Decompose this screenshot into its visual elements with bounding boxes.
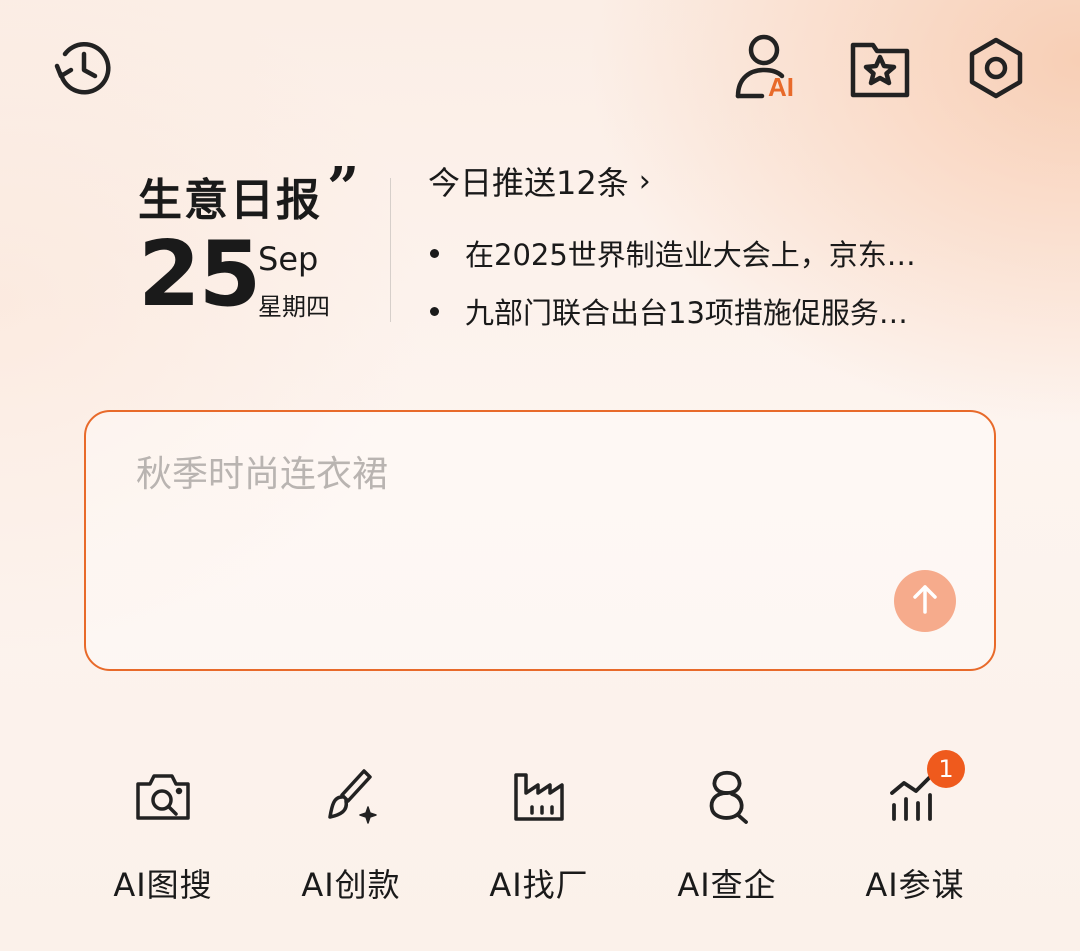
tool-ai-advisor[interactable]: 1 AI参谋 <box>840 750 990 906</box>
divider <box>390 178 391 322</box>
camera-search-icon <box>127 760 199 832</box>
daily-report-title: 生意日报 <box>138 175 322 226</box>
tool-label: AI参谋 <box>865 866 965 904</box>
news-item[interactable]: 九部门联合出台13项措施促服务… <box>428 290 908 332</box>
quote-icon: ” <box>327 155 360 221</box>
brush-sparkle-icon <box>315 760 387 832</box>
favorites-button[interactable] <box>844 32 916 104</box>
ai-profile-icon: AI <box>728 30 800 102</box>
factory-icon <box>503 760 575 832</box>
favorites-folder-icon <box>847 35 913 101</box>
company-search-icon <box>691 760 763 832</box>
arrow-up-icon <box>908 582 942 620</box>
push-count-label: 今日推送12条 <box>428 164 629 202</box>
tool-ai-find-factory[interactable]: AI找厂 <box>464 760 614 906</box>
tool-label: AI找厂 <box>489 866 589 904</box>
query-input[interactable] <box>136 454 836 495</box>
today-push-link[interactable]: 今日推送12条 › <box>428 158 651 204</box>
tool-ai-image-search[interactable]: AI图搜 <box>88 760 238 906</box>
ai-query-box <box>84 410 996 671</box>
tool-label: AI图搜 <box>113 866 213 904</box>
date-month: Sep <box>258 240 319 278</box>
settings-icon <box>963 35 1029 101</box>
news-item-text: 在2025世界制造业大会上，京东… <box>465 238 916 272</box>
date-weekday: 星期四 <box>258 293 330 321</box>
history-button[interactable] <box>47 32 119 104</box>
ai-profile-button[interactable]: AI <box>728 30 800 102</box>
bullet-icon <box>430 306 439 316</box>
send-button[interactable] <box>894 570 956 632</box>
date-day: 25 <box>138 222 261 327</box>
settings-button[interactable] <box>960 32 1032 104</box>
tool-label: AI创款 <box>301 866 401 904</box>
chevron-right-icon: › <box>638 163 651 199</box>
tool-ai-company-check[interactable]: AI查企 <box>652 760 802 906</box>
tool-ai-create[interactable]: AI创款 <box>276 760 426 906</box>
chart-bars-icon: 1 <box>879 750 965 832</box>
ai-badge-text: AI <box>768 72 794 102</box>
news-item[interactable]: 在2025世界制造业大会上，京东… <box>428 232 916 274</box>
news-item-text: 九部门联合出台13项措施促服务… <box>465 296 908 330</box>
notification-badge: 1 <box>927 750 965 788</box>
history-icon <box>51 36 115 100</box>
tool-label: AI查企 <box>677 866 777 904</box>
bullet-icon <box>430 248 439 258</box>
